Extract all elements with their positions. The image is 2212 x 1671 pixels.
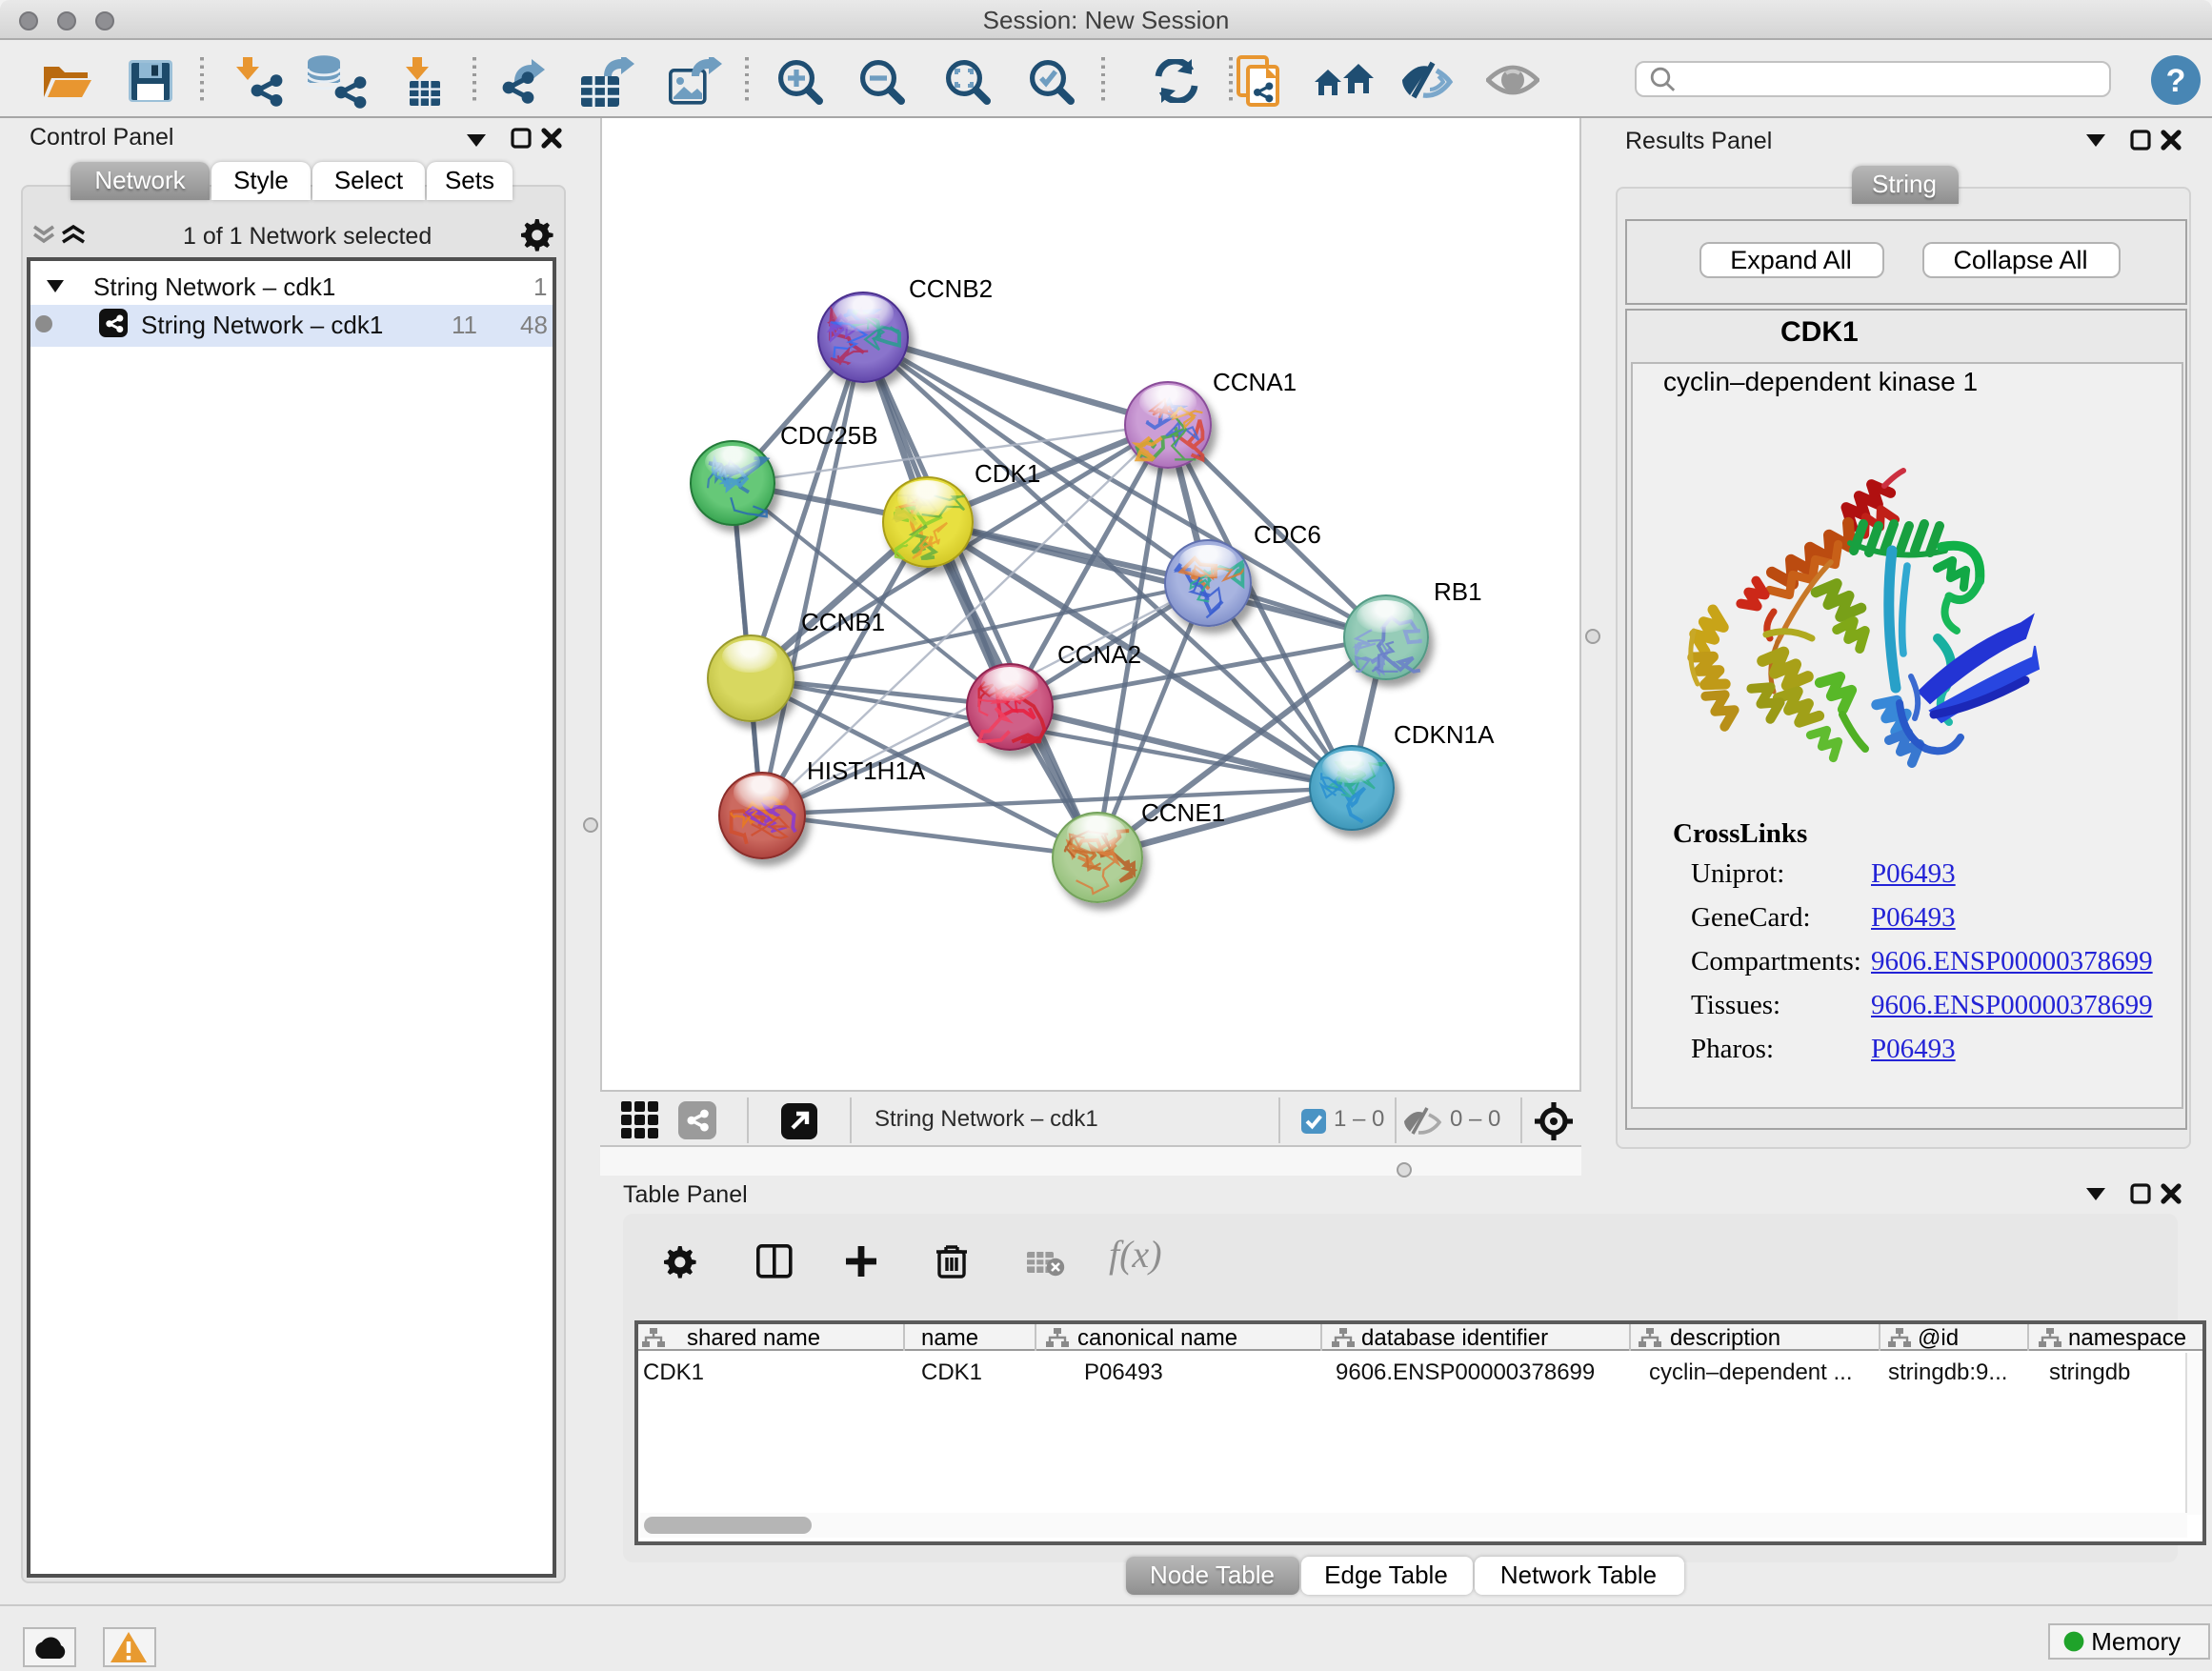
svg-text:?: ? [2166, 63, 2186, 99]
